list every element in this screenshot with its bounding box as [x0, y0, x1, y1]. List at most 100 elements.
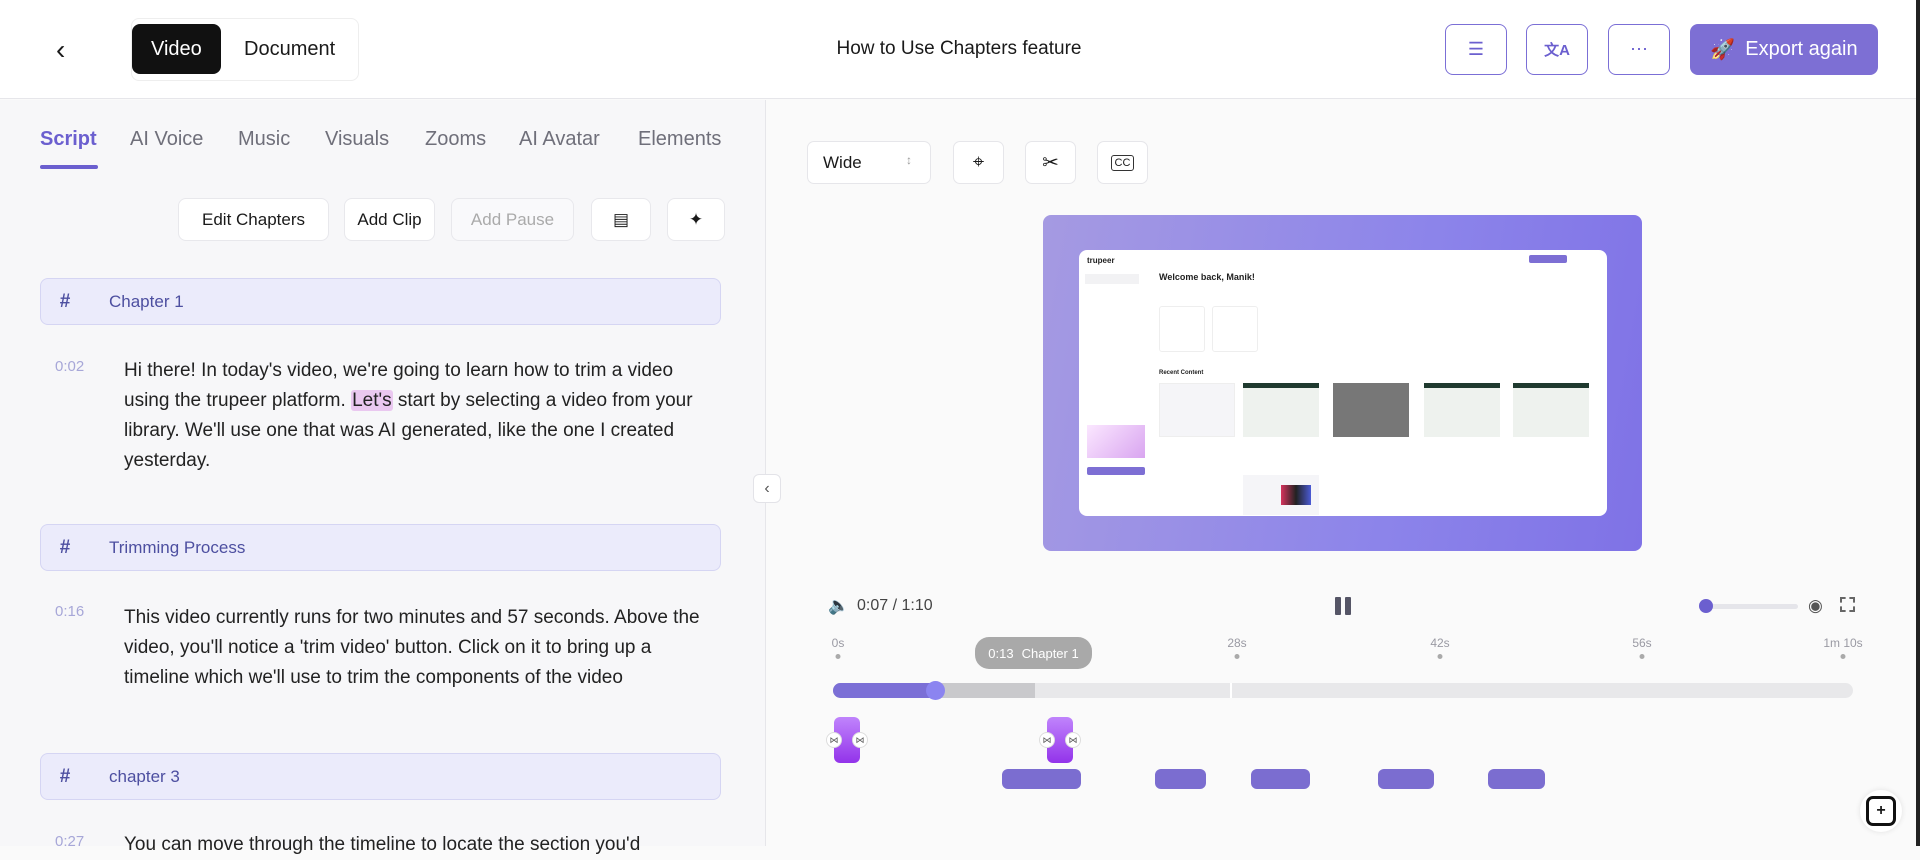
aspect-select[interactable]: Wide ↕: [807, 141, 931, 184]
progress-fill: [833, 683, 935, 698]
chapter-header[interactable]: # chapter 3: [40, 753, 721, 800]
inner-thumb: [1243, 383, 1319, 437]
magic-wand-button[interactable]: ✦: [667, 198, 725, 241]
hash-icon: #: [59, 290, 71, 312]
pause-button[interactable]: [1335, 597, 1352, 615]
crop-button[interactable]: ⌖: [953, 141, 1004, 184]
add-widget-button[interactable]: +: [1860, 790, 1902, 832]
add-pause-button[interactable]: Add Pause: [451, 198, 574, 241]
pause-icon: [1335, 597, 1341, 615]
clip-block[interactable]: [1002, 769, 1081, 789]
tooltip-time: 0:13: [988, 645, 1014, 661]
tick-label: 56s: [1632, 636, 1652, 650]
tick-dot: [1234, 654, 1240, 659]
inner-thumb: [1333, 383, 1409, 437]
collapse-panel-button[interactable]: ‹: [753, 474, 781, 503]
inner-upgrade: [1087, 467, 1145, 475]
tick-dot: [835, 654, 841, 659]
top-bar: ‹ Video Document How to Use Chapters fea…: [0, 0, 1920, 846]
edit-chapters-button[interactable]: Edit Chapters: [178, 198, 329, 241]
trim-button[interactable]: ✂: [1025, 141, 1076, 184]
aspect-value: Wide: [823, 153, 862, 172]
drag-handle-icon[interactable]: ⋈: [1065, 732, 1081, 748]
chapter-title: chapter 3: [109, 766, 180, 786]
tab-elements[interactable]: Elements: [638, 128, 721, 151]
export-button[interactable]: 🚀 Export again: [1690, 24, 1878, 75]
active-tab-indicator: [40, 165, 98, 169]
chevron-left-icon: ‹: [764, 480, 770, 497]
tab-visuals[interactable]: Visuals: [325, 128, 389, 151]
timestamp[interactable]: 0:16: [55, 603, 84, 620]
zoom-slider[interactable]: [1706, 604, 1798, 609]
tick-dot: [1840, 654, 1846, 659]
hover-tooltip: 0:13 Chapter 1: [975, 637, 1092, 669]
rocket-icon: 🚀: [1710, 39, 1736, 61]
magic-wand-icon: ✦: [688, 209, 704, 229]
inner-card: [1212, 306, 1258, 352]
fullscreen-icon[interactable]: [1840, 597, 1855, 612]
inner-button: [1529, 255, 1567, 263]
plus-icon: +: [1866, 796, 1896, 826]
playhead[interactable]: [926, 681, 945, 700]
clip-block[interactable]: [1155, 769, 1206, 789]
drag-handle-icon[interactable]: ⋈: [826, 732, 842, 748]
tab-ai-avatar[interactable]: AI Avatar: [519, 128, 600, 151]
inner-welcome: Welcome back, Manik!: [1159, 272, 1255, 282]
script-paragraph[interactable]: Hi there! In today's video, we're going …: [124, 356, 714, 476]
settings-button[interactable]: ☰: [1445, 24, 1507, 75]
comment-button[interactable]: ▤: [591, 198, 651, 241]
scissors-icon: ✂: [1042, 152, 1059, 174]
captions-button[interactable]: CC: [1097, 141, 1148, 184]
crop-icon: ⌖: [972, 151, 985, 173]
hash-icon: #: [59, 765, 71, 787]
window-edge: [1916, 0, 1920, 846]
video-frame: trupeer Welcome back, Manik! Recent Cont…: [1079, 250, 1607, 516]
drag-handle-icon[interactable]: ⋈: [1039, 732, 1055, 748]
tab-music[interactable]: Music: [238, 128, 290, 151]
eye-icon[interactable]: ◉: [1808, 596, 1823, 616]
clip-block[interactable]: [1488, 769, 1545, 789]
tick-dot: [1639, 654, 1645, 659]
tick-label: 1m 10s: [1823, 636, 1863, 650]
timestamp[interactable]: 0:02: [55, 358, 84, 375]
inner-thumb: [1159, 383, 1235, 437]
chapter-header[interactable]: # Trimming Process: [40, 524, 721, 571]
inner-sidebar-item: [1085, 274, 1139, 284]
video-preview[interactable]: trupeer Welcome back, Manik! Recent Cont…: [1043, 215, 1642, 551]
clip-block[interactable]: [1378, 769, 1434, 789]
slider-handle[interactable]: [1699, 599, 1713, 613]
clip-block[interactable]: [1251, 769, 1310, 789]
time-display: 0:07 / 1:10: [857, 597, 933, 614]
more-button[interactable]: ⋯: [1608, 24, 1670, 75]
chapter-divider: [1230, 683, 1232, 698]
volume-icon[interactable]: 🔈: [828, 596, 849, 616]
cc-icon: CC: [1110, 154, 1135, 171]
drag-handle-icon[interactable]: ⋈: [852, 732, 868, 748]
tick-label: 28s: [1227, 636, 1247, 650]
script-paragraph[interactable]: You can move through the timeline to loc…: [124, 830, 714, 860]
inner-thumb: [1424, 383, 1500, 437]
inner-logo: trupeer: [1087, 256, 1115, 265]
tab-script[interactable]: Script: [40, 128, 97, 151]
tab-zooms[interactable]: Zooms: [425, 128, 486, 151]
tab-ai-voice[interactable]: AI Voice: [130, 128, 203, 151]
export-label: Export again: [1745, 38, 1858, 60]
script-paragraph[interactable]: This video currently runs for two minute…: [124, 603, 714, 693]
current-word: Let's: [351, 390, 393, 411]
inner-recent: Recent Content: [1159, 370, 1204, 376]
tick-dot: [1437, 654, 1443, 659]
timestamp[interactable]: 0:27: [55, 833, 84, 850]
translate-button[interactable]: 文A: [1526, 24, 1588, 75]
chevron-updown-icon: ↕: [906, 153, 912, 167]
inner-thumb: [1513, 383, 1589, 437]
add-clip-button[interactable]: Add Clip: [344, 198, 435, 241]
tooltip-label: Chapter 1: [1021, 645, 1079, 661]
chapter-title: Chapter 1: [109, 291, 184, 311]
tick-label: 42s: [1430, 636, 1450, 650]
chapter-header[interactable]: # Chapter 1: [40, 278, 721, 325]
sliders-icon: ☰: [1467, 39, 1485, 59]
chapter-title: Trimming Process: [109, 537, 246, 557]
inner-promo: [1087, 425, 1145, 458]
inner-card: [1159, 306, 1205, 352]
tick-label: 0s: [831, 636, 845, 650]
